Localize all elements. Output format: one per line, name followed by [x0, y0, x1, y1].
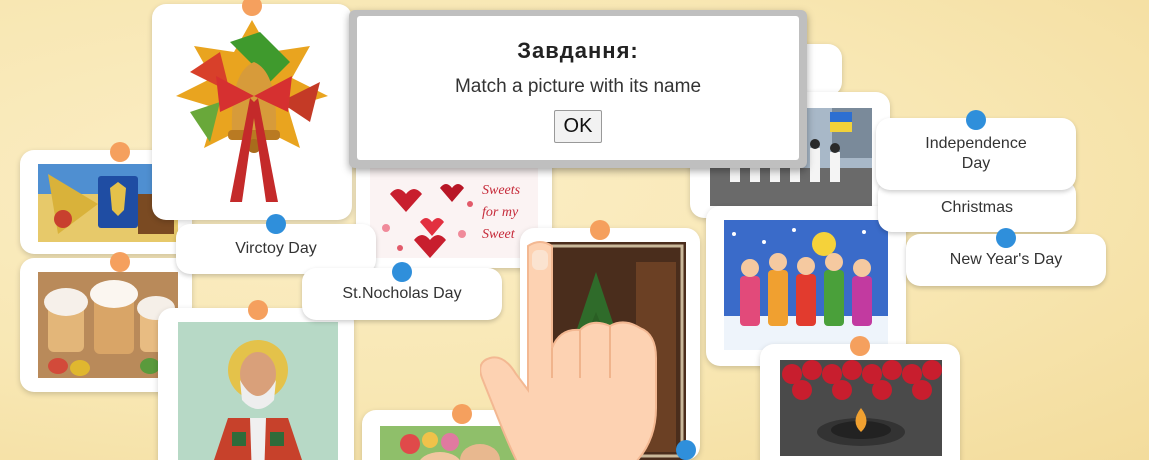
label-christmas-text: Christmas: [940, 199, 1013, 216]
st-nicholas-image: [178, 322, 338, 460]
picture-card-carolers[interactable]: [706, 206, 906, 366]
pin[interactable]: [966, 110, 986, 130]
label-independence-day[interactable]: Independence Day: [876, 110, 1076, 190]
eternal-flame-image: [780, 360, 942, 456]
game-board: Sweets for my Sweet Virctoy Day St.Nocho…: [0, 0, 1149, 460]
pin[interactable]: [676, 440, 696, 460]
task-dialog: Завдання: Match a picture with its name …: [349, 10, 807, 168]
pin[interactable]: [392, 262, 412, 282]
pin[interactable]: [110, 252, 130, 272]
pin[interactable]: [850, 336, 870, 356]
label-new-years-day[interactable]: New Year's Day: [906, 228, 1106, 286]
pin[interactable]: [590, 220, 610, 240]
pin[interactable]: [452, 404, 472, 424]
pin[interactable]: [248, 300, 268, 320]
dialog-title: Завдання:: [517, 38, 639, 63]
school-bell-image: [176, 20, 328, 202]
label-new-years-day-text: New Year's Day: [949, 251, 1063, 268]
ok-button[interactable]: OK: [553, 110, 603, 143]
label-victory-day-text: Virctoy Day: [235, 240, 317, 257]
label-st-nicholas-day-text: St.Nocholas Day: [342, 285, 462, 302]
label-st-nicholas-day[interactable]: St.Nocholas Day: [302, 262, 502, 320]
picture-card-school-bell[interactable]: [152, 0, 352, 220]
easter-image: [38, 272, 178, 378]
label-victory-day[interactable]: Virctoy Day: [176, 214, 376, 274]
pointing-hand-icon: [480, 241, 657, 460]
picture-card-st-nicholas[interactable]: [158, 300, 354, 460]
dialog-message: Match a picture with its name: [454, 76, 702, 97]
picture-card-eternal-flame[interactable]: [760, 336, 960, 460]
task-dialog-body: Завдання: Match a picture with its name …: [357, 16, 799, 160]
pin[interactable]: [110, 142, 130, 162]
label-independence-day-text: Independence Day: [925, 135, 1027, 172]
sweets-text-line2: for my: [482, 205, 519, 220]
pin[interactable]: [266, 214, 286, 234]
pin[interactable]: [996, 228, 1016, 248]
carolers-image: [724, 220, 888, 350]
sweets-text-line1: Sweets: [482, 183, 521, 198]
